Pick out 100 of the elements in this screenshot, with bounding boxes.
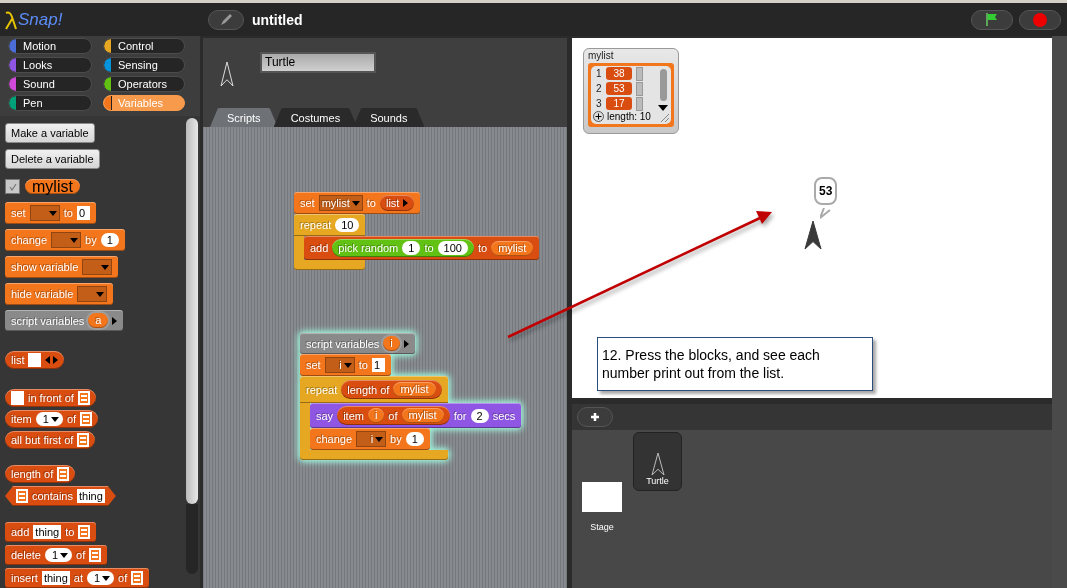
list-slot[interactable] (89, 548, 102, 562)
text-slot[interactable]: thing (33, 525, 62, 539)
dropdown-slot[interactable] (29, 205, 60, 221)
list-icon (81, 413, 92, 425)
flag-icon (985, 12, 999, 27)
right-arrow-icon (403, 198, 409, 208)
c-block-top[interactable]: repeat length of mylist (300, 376, 448, 403)
command-block[interactable]: set to 0 (5, 202, 96, 224)
run-flag-button[interactable] (971, 9, 1013, 30)
command-block[interactable]: insert thing at 1 of (5, 568, 150, 588)
reporter-block[interactable]: length of mylist (341, 380, 442, 399)
scrollbar-thumb[interactable] (186, 118, 198, 504)
stop-button[interactable] (1019, 9, 1061, 30)
number-slot[interactable]: 2 (470, 408, 489, 423)
caret-icon (351, 200, 360, 206)
dropdown-slot[interactable]: mylist (318, 195, 363, 211)
dropdown-slot[interactable]: i (324, 357, 355, 373)
scrollbar-thumb[interactable] (660, 69, 667, 101)
dropdown-slot[interactable] (82, 259, 113, 275)
number-dropdown-slot[interactable]: 1 (45, 548, 73, 562)
number-slot[interactable]: 10 (335, 218, 360, 232)
list-slot[interactable] (78, 525, 91, 539)
caret-icon (48, 210, 57, 216)
command-block[interactable]: set i to 1 (300, 354, 391, 376)
list-slot[interactable] (77, 433, 90, 447)
number-slot[interactable]: 1 (405, 432, 424, 446)
text-slot[interactable]: 1 (371, 358, 385, 372)
block-script[interactable]: script variables i set i to 1 repeat length of mylist say item i of mylist for 2 secs change i by 1 (300, 333, 522, 460)
list-icon (132, 572, 143, 584)
number-dropdown-slot[interactable]: 1 (35, 412, 63, 426)
text-slot[interactable] (28, 353, 42, 367)
block-label: to (65, 526, 75, 538)
category-button[interactable]: Motion (8, 38, 92, 54)
list-slot[interactable] (57, 467, 70, 481)
command-block[interactable]: change by 1 (5, 229, 125, 251)
reporter-block[interactable]: all but first of (5, 431, 96, 449)
list-slot[interactable] (16, 489, 28, 503)
list-icon (90, 549, 101, 561)
cell-handle[interactable] (636, 81, 643, 96)
tab[interactable]: Sounds (353, 108, 425, 127)
dropdown-slot[interactable] (51, 232, 82, 248)
number-slot[interactable]: 100 (437, 241, 468, 255)
block-label: hide variable (11, 288, 74, 300)
reporter-block[interactable]: list (5, 351, 65, 369)
block-label: show variable (11, 261, 79, 273)
tab[interactable]: Scripts (210, 108, 278, 127)
add-sprite-button[interactable] (577, 407, 613, 427)
cell-handle[interactable] (636, 96, 643, 111)
dropdown-slot[interactable] (77, 286, 108, 302)
command-block[interactable]: say item i of mylist for 2 secs (310, 403, 522, 428)
reporter-block[interactable]: in front of (5, 389, 96, 407)
reporter-block[interactable]: length of (5, 465, 76, 483)
number-slot[interactable]: 1 (402, 241, 421, 255)
block-label: of (66, 413, 77, 425)
item-index: 2 (596, 83, 602, 94)
cell-handle[interactable] (636, 66, 643, 81)
text-slot[interactable]: thing (41, 571, 70, 585)
dropdown-value: i (339, 358, 342, 372)
command-block[interactable]: change i by 1 (310, 428, 430, 450)
edit-button[interactable] (208, 9, 244, 30)
number-dropdown-slot[interactable]: 1 (86, 571, 115, 585)
list-slot[interactable] (80, 412, 93, 426)
category-button[interactable]: Sensing (103, 57, 185, 73)
category-button[interactable]: Operators (103, 76, 185, 92)
category-button[interactable]: Sound (8, 76, 92, 92)
pencil-icon (219, 12, 233, 27)
block-label: set (300, 197, 315, 209)
c-block-top[interactable]: repeat 10 (294, 214, 366, 236)
command-block[interactable]: add thing to (5, 522, 97, 542)
sprite-name-field[interactable]: Turtle (260, 52, 376, 73)
reporter-block[interactable]: list (380, 195, 415, 211)
reporter-block[interactable]: item 1 of (5, 410, 99, 428)
palette-button[interactable]: Make a variable (5, 123, 95, 143)
variable-reporter[interactable]: mylist (25, 179, 80, 194)
category-button[interactable]: Pen (8, 95, 92, 111)
command-block[interactable]: set mylist to list (294, 192, 421, 214)
command-block[interactable]: delete 1 of (5, 545, 108, 565)
text-slot[interactable]: 0 (76, 206, 90, 220)
list-slot[interactable] (131, 571, 144, 585)
speech-bubble: 53 (814, 177, 838, 205)
block-label: add (310, 242, 329, 254)
dropdown-value: 1 (42, 412, 49, 426)
number-slot[interactable]: 1 (100, 233, 119, 247)
text-slot[interactable]: thing (77, 489, 105, 503)
palette-button[interactable]: Delete a variable (5, 149, 100, 169)
predicate-block[interactable]: contains thing (5, 486, 116, 506)
variable-checkbox[interactable] (5, 179, 20, 194)
caret-icon (96, 291, 105, 297)
dropdown-slot[interactable]: i (356, 431, 387, 447)
block-script[interactable]: set mylist to list repeat 10 add pick random 1 to 100 to mylist (294, 192, 540, 270)
command-block[interactable]: add pick random 1 to 100 to mylist (304, 236, 540, 260)
stage-label: Stage (590, 522, 614, 532)
list-slot[interactable] (77, 391, 90, 405)
dropdown-value: 1 (93, 571, 101, 585)
c-block-arm (294, 236, 304, 260)
category-button[interactable]: Looks (8, 57, 92, 73)
reporter-block[interactable]: pick random 1 to 100 (332, 239, 474, 257)
category-button[interactable]: Control (103, 38, 185, 54)
sprite-card[interactable]: Turtle (633, 432, 682, 491)
dropdown-value: mylist (321, 196, 350, 210)
